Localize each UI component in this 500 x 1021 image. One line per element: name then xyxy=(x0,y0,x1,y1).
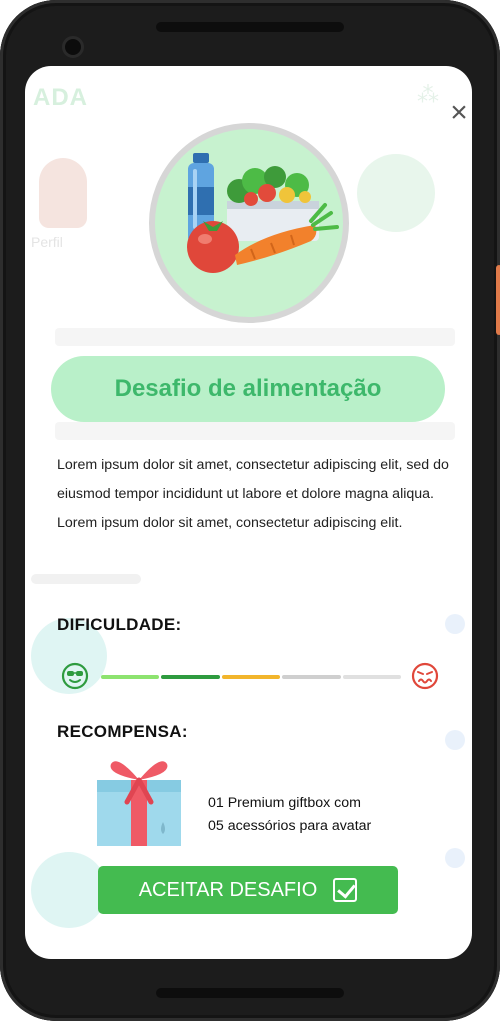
top-speaker xyxy=(156,22,344,32)
background-app-title: ADA xyxy=(33,84,88,111)
reward-label: RECOMPENSA: xyxy=(57,722,188,741)
reward-line: 05 acessórios para avatar xyxy=(208,818,372,834)
difficulty-meter xyxy=(61,660,441,694)
screen: ADA ⁂ Perfil × Desafio de alimentação Lo… xyxy=(25,66,472,959)
background-card xyxy=(55,328,455,346)
phone-frame: ADA ⁂ Perfil × Desafio de alimentação Lo… xyxy=(0,0,500,1021)
difficulty-label: DIFICULDADE: xyxy=(57,615,182,634)
cool-face-icon xyxy=(61,662,89,690)
accept-challenge-label: ACEITAR DESAFIO xyxy=(138,878,318,901)
description-paragraph: Lorem ipsum dolor sit amet, consectetur … xyxy=(57,457,449,502)
bottom-speaker xyxy=(156,988,344,998)
reward-description: 01 Premium giftbox com 05 acessórios par… xyxy=(208,792,371,838)
background-badge xyxy=(357,154,435,232)
background-line xyxy=(31,574,141,584)
background-info-icon xyxy=(445,730,465,750)
healthy-food-icon xyxy=(149,123,349,323)
front-camera xyxy=(62,36,84,58)
difficulty-bar xyxy=(221,675,281,679)
difficulty-bar xyxy=(101,675,160,679)
share-icon: ⁂ xyxy=(417,82,439,107)
challenge-title: Desafio de alimentação xyxy=(51,356,445,422)
background-info-icon xyxy=(445,848,465,868)
accept-challenge-button[interactable]: ACEITAR DESAFIO xyxy=(98,866,398,914)
giftbox-icon xyxy=(97,754,181,846)
description-paragraph: Lorem ipsum dolor sit amet, consectetur … xyxy=(57,515,403,531)
difficulty-bar xyxy=(342,675,402,679)
background-card xyxy=(55,422,455,440)
checkbox-check-icon xyxy=(333,878,358,902)
challenge-description: Lorem ipsum dolor sit amet, consectetur … xyxy=(57,451,449,538)
difficulty-bars xyxy=(101,675,402,679)
reward-line: 01 Premium giftbox com xyxy=(208,795,361,811)
background-info-icon xyxy=(445,614,465,634)
close-button[interactable]: × xyxy=(445,98,472,128)
side-button xyxy=(496,265,500,335)
background-avatar xyxy=(39,158,87,228)
difficulty-bar xyxy=(161,675,220,679)
difficulty-bar xyxy=(282,675,341,679)
background-challenge-image xyxy=(31,852,107,928)
background-avatar-label: Perfil xyxy=(31,234,63,250)
sick-face-icon xyxy=(411,662,439,690)
